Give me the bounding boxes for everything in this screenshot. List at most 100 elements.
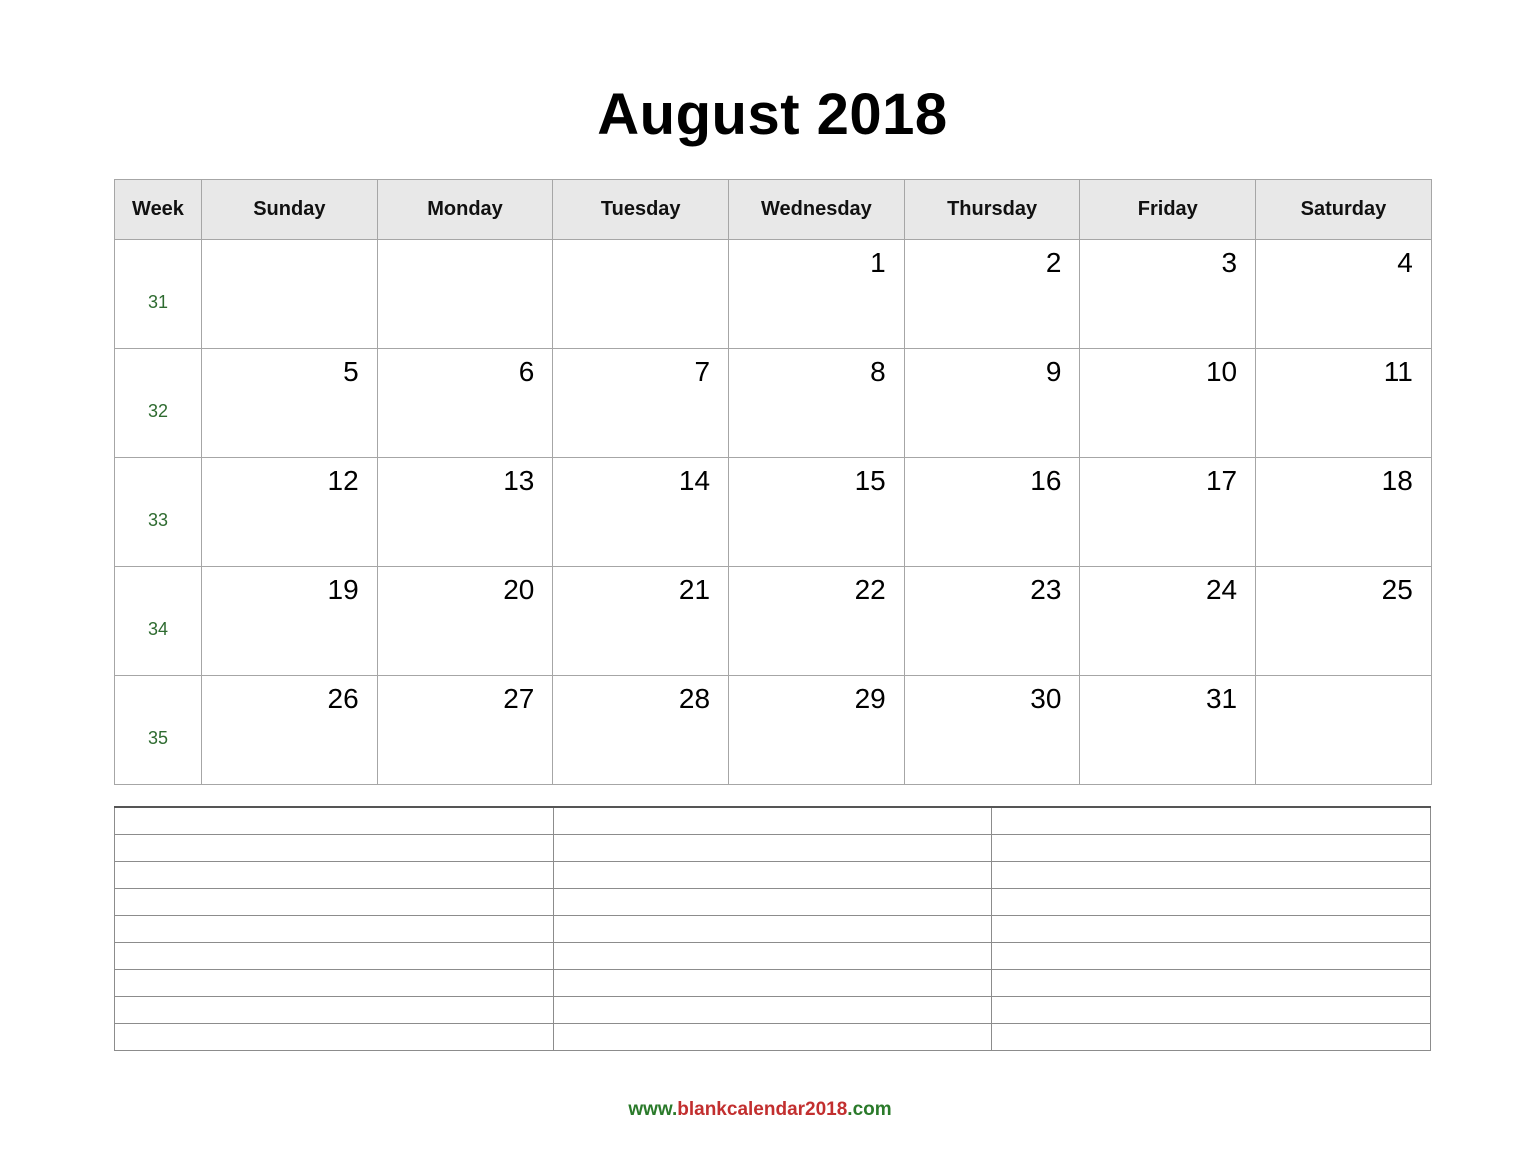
week-number: 32 [147, 401, 169, 421]
day-cell[interactable]: 12 [201, 457, 378, 567]
day-cell[interactable] [201, 239, 378, 349]
day-cell[interactable]: 25 [1255, 566, 1432, 676]
notes-row [114, 806, 1431, 835]
day-number: 16 [1030, 465, 1062, 496]
day-cell[interactable] [376, 239, 554, 349]
notes-cell[interactable] [991, 834, 1431, 862]
notes-cell[interactable] [552, 1023, 993, 1051]
day-cell[interactable]: 21 [552, 566, 730, 676]
day-number: 12 [327, 465, 359, 496]
day-cell[interactable]: 16 [903, 457, 1081, 567]
day-cell[interactable]: 28 [552, 675, 730, 785]
notes-cell[interactable] [552, 861, 993, 889]
footer-website-link[interactable]: www.blankcalendar2018.com [0, 1100, 1520, 1119]
footer-domain-name-text: blankcalendar2018 [677, 1099, 848, 1120]
week-number-cell: 33 [114, 457, 202, 567]
notes-cell[interactable] [552, 806, 993, 835]
day-number: 17 [1205, 465, 1238, 496]
day-cell[interactable]: 22 [728, 566, 905, 676]
notes-cell[interactable] [991, 942, 1431, 970]
day-number: 18 [1381, 465, 1413, 496]
day-cell[interactable] [552, 239, 730, 349]
day-number: 14 [678, 465, 711, 496]
day-cell[interactable]: 8 [728, 348, 905, 458]
notes-row [114, 888, 1431, 916]
column-header-sunday: Sunday [201, 179, 378, 240]
notes-row [114, 942, 1431, 970]
day-cell[interactable]: 6 [376, 348, 554, 458]
day-cell[interactable]: 20 [376, 566, 554, 676]
notes-cell[interactable] [114, 861, 554, 889]
column-header-tuesday: Tuesday [552, 179, 730, 240]
day-cell[interactable]: 29 [728, 675, 905, 785]
day-cell[interactable]: 31 [1079, 675, 1257, 785]
day-number: 19 [327, 574, 359, 605]
column-header-saturday: Saturday [1255, 179, 1432, 240]
calendar-week-row: 33 12 13 14 15 16 17 18 [114, 457, 1432, 567]
day-cell[interactable]: 9 [903, 348, 1081, 458]
calendar-week-row: 31 1 2 3 4 [114, 239, 1432, 349]
notes-cell[interactable] [114, 996, 554, 1024]
week-number-cell: 34 [114, 566, 202, 676]
notes-cell[interactable] [114, 834, 554, 862]
day-cell[interactable]: 17 [1079, 457, 1257, 567]
notes-cell[interactable] [114, 969, 554, 997]
day-cell[interactable]: 23 [903, 566, 1081, 676]
calendar-week-row: 32 5 6 7 8 9 10 11 [114, 348, 1432, 458]
week-number-cell: 35 [114, 675, 202, 785]
day-cell[interactable]: 4 [1255, 239, 1432, 349]
notes-cell[interactable] [114, 1023, 554, 1051]
notes-cell[interactable] [991, 1023, 1431, 1051]
day-number: 28 [678, 683, 711, 714]
week-number: 35 [147, 728, 169, 748]
day-number: 6 [518, 356, 535, 387]
day-cell[interactable]: 15 [728, 457, 905, 567]
day-cell[interactable]: 11 [1255, 348, 1432, 458]
day-cell[interactable]: 30 [903, 675, 1081, 785]
column-header-week: Week [114, 179, 202, 240]
notes-cell[interactable] [991, 806, 1431, 835]
day-cell[interactable]: 24 [1079, 566, 1257, 676]
notes-cell[interactable] [114, 806, 554, 835]
day-cell[interactable]: 5 [201, 348, 378, 458]
day-cell[interactable]: 27 [376, 675, 554, 785]
day-cell[interactable]: 18 [1255, 457, 1432, 567]
day-number: 5 [343, 356, 359, 387]
day-cell[interactable]: 10 [1079, 348, 1257, 458]
week-number-cell: 31 [114, 239, 202, 349]
day-cell[interactable]: 26 [201, 675, 378, 785]
notes-cell[interactable] [991, 915, 1431, 943]
column-header-thursday: Thursday [903, 179, 1081, 240]
notes-cell[interactable] [991, 861, 1431, 889]
notes-cell[interactable] [552, 888, 993, 916]
notes-cell[interactable] [552, 969, 993, 997]
day-cell[interactable]: 1 [728, 239, 905, 349]
notes-row [114, 915, 1431, 943]
notes-cell[interactable] [552, 834, 993, 862]
notes-cell[interactable] [114, 942, 554, 970]
notes-cell[interactable] [552, 942, 993, 970]
notes-cell[interactable] [114, 915, 554, 943]
calendar-week-row: 34 19 20 21 22 23 24 25 [114, 566, 1432, 676]
day-cell[interactable]: 2 [903, 239, 1081, 349]
notes-cell[interactable] [991, 888, 1431, 916]
column-header-wednesday: Wednesday [728, 179, 905, 240]
footer-tld-text: .com [847, 1099, 892, 1120]
notes-cell[interactable] [552, 915, 993, 943]
day-cell[interactable] [1255, 675, 1432, 785]
day-number: 25 [1381, 574, 1413, 605]
day-cell[interactable]: 7 [552, 348, 730, 458]
notes-cell[interactable] [991, 996, 1431, 1024]
notes-row [114, 861, 1431, 889]
day-cell[interactable]: 13 [376, 457, 554, 567]
notes-cell[interactable] [991, 969, 1431, 997]
day-cell[interactable]: 14 [552, 457, 730, 567]
day-cell[interactable]: 19 [201, 566, 378, 676]
day-number: 21 [678, 574, 711, 605]
day-number: 3 [1221, 247, 1238, 278]
notes-row [114, 969, 1431, 997]
notes-cell[interactable] [114, 888, 554, 916]
notes-cell[interactable] [552, 996, 993, 1024]
day-cell[interactable]: 3 [1079, 239, 1257, 349]
month-calendar-table: Week Sunday Monday Tuesday Wednesday Thu… [114, 179, 1432, 785]
